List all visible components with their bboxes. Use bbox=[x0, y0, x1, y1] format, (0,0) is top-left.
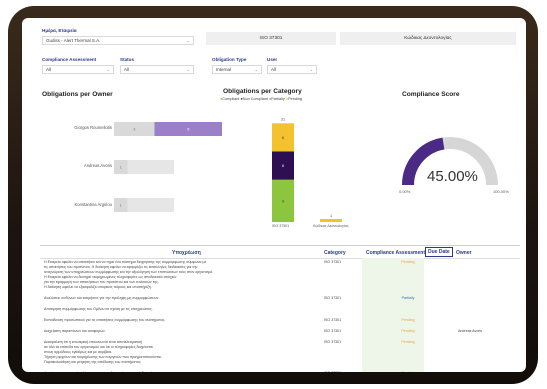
obligation-line: Διαχείριση παραπόνων και αναφορών. bbox=[44, 329, 106, 333]
user-value: All bbox=[271, 67, 277, 72]
chevron-down-icon: ⌄ bbox=[309, 67, 313, 72]
category-cell: ISO 37301 bbox=[324, 340, 342, 344]
obligation-cell: Διασφάλιση ότι η εσωτερική επικοινωνία ε… bbox=[44, 340, 314, 365]
obligation-type-value: Internal bbox=[216, 67, 232, 72]
compliance-assessment-dropdown[interactable]: All ⌄ bbox=[42, 65, 114, 74]
category-cell: ISO 37301 bbox=[324, 260, 342, 264]
category-segment-label-compliant: 9 bbox=[282, 199, 284, 203]
obligation-line: Η διοίκηση οφείλει να εξασφαλίζει επαρκε… bbox=[44, 285, 152, 289]
owner-chart-title: Obligations per Owner bbox=[42, 91, 113, 98]
assessment-cell: Pending bbox=[401, 329, 415, 333]
category-segment-label-non_compliant: 6 bbox=[282, 164, 284, 168]
user-dropdown[interactable]: All ⌄ bbox=[267, 65, 317, 74]
category-xlabel-0: ISO 37301 bbox=[272, 224, 290, 228]
obligation-line: Αποτίμηση συμμόρφωσης του Ομίλου σε σχέσ… bbox=[44, 307, 153, 311]
legend-pending: Pending bbox=[288, 97, 303, 101]
header-rule bbox=[40, 258, 520, 259]
obligation-type-label: Obligation Type bbox=[212, 57, 247, 62]
col-header-obligation[interactable]: Υποχρέωση bbox=[172, 250, 201, 256]
compliance-assessment-label: Compliance Assessment bbox=[42, 57, 97, 62]
scope-card: Κώδικας Δεοντολογίας bbox=[340, 32, 516, 45]
compliance-assessment-value: All bbox=[46, 67, 52, 72]
legend-non-compliant: Non Compliant bbox=[242, 97, 268, 101]
obligation-cell: Διαχείριση παραπόνων και αναφορών. bbox=[44, 329, 314, 334]
owner-bar-label-0-0: 3 bbox=[133, 128, 135, 132]
company-dropdown-value: Gudiss - Alert Thermal S.A. bbox=[46, 38, 101, 43]
category-cell: ISO 37301 bbox=[324, 371, 341, 372]
iso-card: ISO 37301 bbox=[206, 32, 336, 45]
owner-bar-label-1-0: 1 bbox=[120, 166, 122, 170]
assessment-cell: Pending bbox=[401, 340, 415, 344]
obligation-line: Εκπαίδευση προσωπικού για τις απαιτήσεις… bbox=[44, 318, 166, 322]
compliance-score-title: Compliance Score bbox=[402, 91, 460, 98]
category-segment-label-pending: 6 bbox=[282, 136, 284, 140]
owner-cell: Andreas Avoris bbox=[458, 329, 483, 333]
company-dropdown[interactable]: Gudiss - Alert Thermal S.A. ⌄ bbox=[42, 36, 194, 45]
status-dropdown[interactable]: All ⌄ bbox=[120, 65, 194, 74]
obligation-type-dropdown[interactable]: Internal ⌄ bbox=[212, 65, 262, 74]
chevron-down-icon: ⌄ bbox=[106, 67, 110, 72]
assessment-cell: Pending bbox=[401, 318, 415, 322]
assessment-cell: Pending bbox=[401, 260, 415, 264]
col-header-category[interactable]: Category bbox=[324, 250, 346, 256]
status-value: All bbox=[124, 67, 130, 72]
obligation-line: Αναλύσεις κινδύνων και εκτιμήσεις για τη… bbox=[44, 296, 160, 300]
category-total-label: 31 bbox=[281, 117, 285, 121]
gauge-min: 0.00% bbox=[399, 189, 411, 194]
assessment-cell: Pending bbox=[385, 371, 431, 372]
legend-partially: Partially bbox=[271, 97, 285, 101]
category-cell: ISO 37301 bbox=[324, 296, 342, 300]
owner-bar-chart: 35811 bbox=[114, 122, 222, 212]
category-small-bar-label: 1 bbox=[330, 214, 332, 218]
owner-name-2: Konstantina Argiriou bbox=[74, 202, 112, 207]
chevron-down-icon: ⌄ bbox=[254, 67, 258, 72]
dashboard-screen: Ημέρα, Εταιρεία Gudiss - Alert Thermal S… bbox=[22, 18, 526, 372]
obligation-line: Παρακολούθηση και μέτρηση της απόδοσης τ… bbox=[44, 360, 142, 364]
owner-bar-label-0-1: 5 bbox=[187, 128, 189, 132]
legend-compliant: Compliant bbox=[222, 97, 240, 101]
category-chart-title: Obligations per Category bbox=[223, 88, 302, 95]
obligations-table: Η Εταιρεία οφείλει να αποκτήσει και να τ… bbox=[40, 260, 520, 372]
category-bar-chart: 9 6 6 31 1 bbox=[272, 117, 342, 222]
obligation-cell: Αναλύσεις κινδύνων και εκτιμήσεις για τη… bbox=[44, 296, 314, 301]
obligation-cell: Διενέργεια εσωτερικών ελέγχων σε προκαθο… bbox=[44, 371, 314, 372]
obligation-cell: Αποτίμηση συμμόρφωσης του Ομίλου σε σχέσ… bbox=[44, 307, 314, 312]
category-cell: ISO 37301 bbox=[324, 318, 342, 322]
owner-bar-label-2-0: 1 bbox=[120, 204, 122, 208]
obligation-line: Διενέργεια εσωτερικών ελέγχων σε προκαθο… bbox=[44, 371, 314, 372]
status-label: Status bbox=[120, 57, 135, 62]
owner-name-0: Giorgos Roumeliotis bbox=[74, 125, 112, 130]
category-small-bar bbox=[320, 219, 342, 222]
category-xlabel-1: Κώδικας Δεοντολογίας bbox=[313, 224, 349, 228]
company-filter-label: Ημέρα, Εταιρεία bbox=[42, 28, 77, 33]
owner-name-1: Andreas Avoris bbox=[83, 163, 112, 168]
scope-card-value: Κώδικας Δεοντολογίας bbox=[404, 36, 452, 41]
col-header-owner[interactable]: Owner bbox=[456, 250, 472, 256]
gauge-max: 100.00% bbox=[493, 189, 509, 194]
iso-card-value: ISO 37301 bbox=[259, 36, 283, 41]
col-header-due-date[interactable]: Due Date bbox=[425, 247, 453, 257]
chevron-down-icon: ⌄ bbox=[186, 67, 190, 72]
obligation-cell: Εκπαίδευση προσωπικού για τις απαιτήσεις… bbox=[44, 318, 314, 323]
col-header-assessment[interactable]: Compliance Assessment bbox=[366, 250, 425, 256]
category-cell: ISO 37301 bbox=[324, 329, 342, 333]
chevron-down-icon: ⌄ bbox=[186, 38, 190, 43]
obligation-cell: Η Εταιρεία οφείλει να αποκτήσει και να τ… bbox=[44, 260, 314, 290]
category-legend: ●Compliant ●Non Compliant ●Partially ●Pe… bbox=[220, 97, 302, 101]
user-label: User bbox=[267, 57, 278, 62]
gauge-value: 45.00% bbox=[427, 168, 478, 185]
table-divider bbox=[40, 245, 520, 246]
assessment-cell: Partially bbox=[401, 296, 415, 300]
